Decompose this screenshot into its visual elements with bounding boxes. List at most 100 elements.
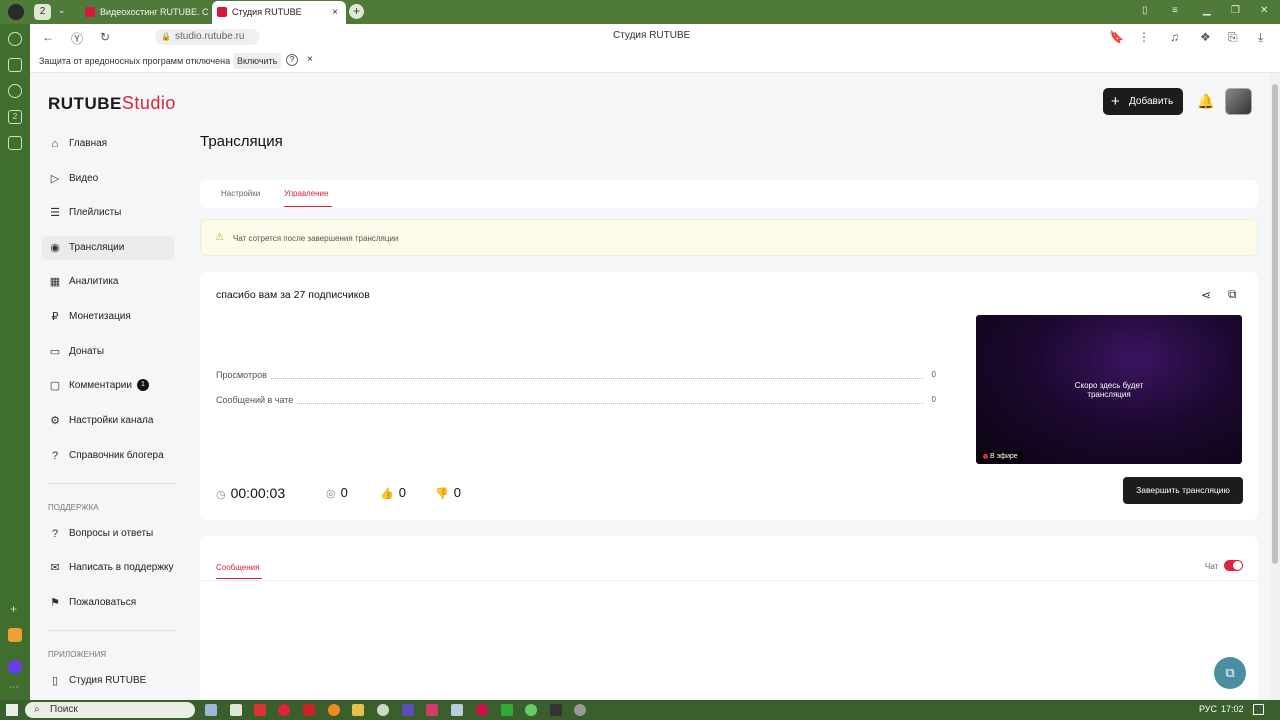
address-bar: ← Ⓨ ↻ 🔒 studio.rutube.ru Студия RUTUBE 🔖… (30, 24, 1280, 49)
language-indicator[interactable]: РУС (1199, 704, 1217, 714)
sidebar-item-monetization[interactable]: ₽ Монетизация (42, 305, 174, 329)
yandex-icon[interactable]: Ⓨ (71, 30, 83, 47)
new-tab-button[interactable]: + (349, 4, 364, 19)
sidebar-item-home[interactable]: ⌂ Главная (42, 132, 174, 156)
close-window-icon[interactable]: ✕ (1260, 5, 1268, 16)
yandex-browser-icon[interactable] (278, 704, 290, 716)
alice-icon[interactable] (8, 660, 22, 674)
app-grey-icon[interactable] (574, 704, 586, 716)
clock-icon[interactable] (8, 32, 22, 46)
sidebar-item-blogger-guide[interactable]: ? Справочник блогера (42, 444, 174, 468)
sidebar-item-report[interactable]: ⚑ Пожаловаться (42, 591, 174, 615)
chat-card: Сообщения Чат (200, 536, 1258, 700)
tab-management[interactable]: Управление (284, 189, 328, 198)
enable-protection-button[interactable]: Включить (233, 53, 282, 69)
stream-preview[interactable]: Скоро здесь будет трансляция В эфире (976, 315, 1242, 464)
minimize-icon[interactable]: ▁ (1203, 5, 1211, 16)
notepad-icon[interactable] (451, 704, 463, 716)
sidebar-item-video[interactable]: ▷ Видео (42, 167, 174, 191)
app-red2-icon[interactable] (476, 704, 488, 716)
taskbar-search[interactable]: ⌕ Поиск (25, 702, 195, 718)
add-button[interactable]: + Добавить (1103, 88, 1183, 115)
app-orange-icon[interactable] (328, 704, 340, 716)
search-icon: ⌕ (34, 704, 40, 715)
avatar[interactable] (1225, 88, 1252, 115)
playlist-icon: ☰ (50, 207, 60, 219)
tab-settings[interactable]: Настройки (221, 189, 260, 198)
terminal-icon[interactable] (550, 704, 562, 716)
image-icon[interactable] (8, 58, 22, 72)
back-icon[interactable]: ← (42, 30, 54, 44)
app-menu-icon[interactable] (8, 4, 24, 20)
sidebar-item-donations[interactable]: ▭ Донаты (42, 340, 174, 364)
stat-value: 0 (931, 395, 936, 404)
comments-count-badge: 1 (136, 379, 149, 392)
external-link-icon[interactable]: ⧉ (1228, 287, 1237, 302)
settings-icon: ⚙ (50, 415, 60, 427)
browser-tab-studio[interactable]: Студия RUTUBE × (212, 1, 346, 24)
tab-messages[interactable]: Сообщения (216, 563, 259, 572)
active-tab-underline (216, 578, 262, 579)
sidebar-item-contact-support[interactable]: ✉ Написать в поддержку (42, 556, 174, 580)
sidebar-item-channel-settings[interactable]: ⚙ Настройки канала (42, 409, 174, 433)
task-view-icon[interactable] (205, 704, 217, 716)
add-panel-icon[interactable]: + (10, 602, 17, 616)
home-icon: ⌂ (51, 138, 59, 150)
browser-tab-rutube[interactable]: Видеохостинг RUTUBE. С (80, 1, 208, 24)
collections-icon[interactable] (8, 136, 22, 150)
sidebar-item-label: Студия RUTUBE (69, 675, 147, 686)
explorer-icon[interactable] (352, 704, 364, 716)
broadcast-icon: ◉ (50, 242, 60, 254)
help-icon[interactable]: ? (286, 54, 298, 66)
notifications-icon[interactable] (1253, 704, 1264, 715)
sidebar-item-studio-app[interactable]: ▯ Студия RUTUBE (42, 669, 174, 693)
bookmarks-icon[interactable]: ▯ (1142, 5, 1148, 16)
restore-icon[interactable]: ❐ (1231, 5, 1240, 16)
clock[interactable]: 17:02 (1221, 704, 1244, 714)
app-64-icon[interactable] (303, 704, 315, 716)
number-icon[interactable]: 2 (8, 110, 22, 124)
sidebar-item-analytics[interactable]: ▦ Аналитика (42, 270, 174, 294)
menu-icon[interactable]: ≡ (1172, 5, 1178, 16)
app-red-icon[interactable] (254, 704, 266, 716)
sidebar-item-broadcasts[interactable]: ◉ Трансляции (42, 236, 174, 260)
stat-row-views: Просмотров 0 (216, 370, 936, 382)
sidebar-item-comments[interactable]: ▢ Комментарии 1 (42, 374, 174, 398)
more-icon[interactable]: ⋯ (9, 682, 19, 693)
more-options-icon[interactable]: ⋮ (1138, 30, 1150, 44)
sidebar-item-label: Пожаловаться (69, 597, 137, 608)
app-pink-icon[interactable] (426, 704, 438, 716)
close-info-bar-icon[interactable]: × (307, 54, 313, 65)
info-bar-text: Защита от вредоносных программ отключена (39, 56, 231, 66)
end-stream-button[interactable]: Завершить трансляцию (1123, 477, 1243, 504)
share-icon[interactable]: ⋖ (1201, 288, 1211, 302)
logo[interactable]: RUTUBEStudio (48, 93, 176, 114)
app-purple-icon[interactable] (402, 704, 414, 716)
likes-value: 0 (398, 485, 406, 500)
app-green-icon[interactable] (501, 704, 513, 716)
windows-start-icon[interactable] (6, 704, 18, 716)
bookmark-icon[interactable]: 🔖 (1109, 30, 1124, 44)
mail-icon: ✉ (50, 562, 60, 574)
extension-icon[interactable]: ❖ (1200, 30, 1211, 44)
clipboard-icon[interactable]: ⎘ (1228, 30, 1238, 45)
chat-toggle[interactable] (1224, 560, 1243, 571)
calculator-icon[interactable] (230, 704, 242, 716)
sidebar-item-faq[interactable]: ? Вопросы и ответы (42, 522, 174, 546)
reload-icon[interactable]: ↻ (100, 30, 110, 44)
url-field[interactable]: 🔒 studio.rutube.ru (155, 29, 260, 45)
close-tab-icon[interactable]: × (332, 1, 338, 24)
scrollbar-thumb[interactable] (1272, 84, 1278, 564)
download-icon[interactable]: ⤓ (1258, 30, 1263, 45)
audio-icon[interactable]: ♫ (1170, 30, 1179, 44)
app-lime-icon[interactable] (525, 704, 537, 716)
live-dot-icon (983, 454, 988, 459)
app-orange-icon[interactable] (8, 628, 22, 642)
chevron-down-icon[interactable]: ⌄ (58, 5, 66, 16)
sidebar-item-playlists[interactable]: ☰ Плейлисты (42, 201, 174, 225)
settings-icon[interactable] (377, 704, 389, 716)
bell-icon[interactable]: 🔔 (1197, 93, 1214, 110)
support-chat-icon[interactable]: ⧉ (1214, 657, 1246, 689)
profile-badge[interactable]: 2 (34, 4, 51, 20)
messenger-icon[interactable] (8, 84, 22, 98)
